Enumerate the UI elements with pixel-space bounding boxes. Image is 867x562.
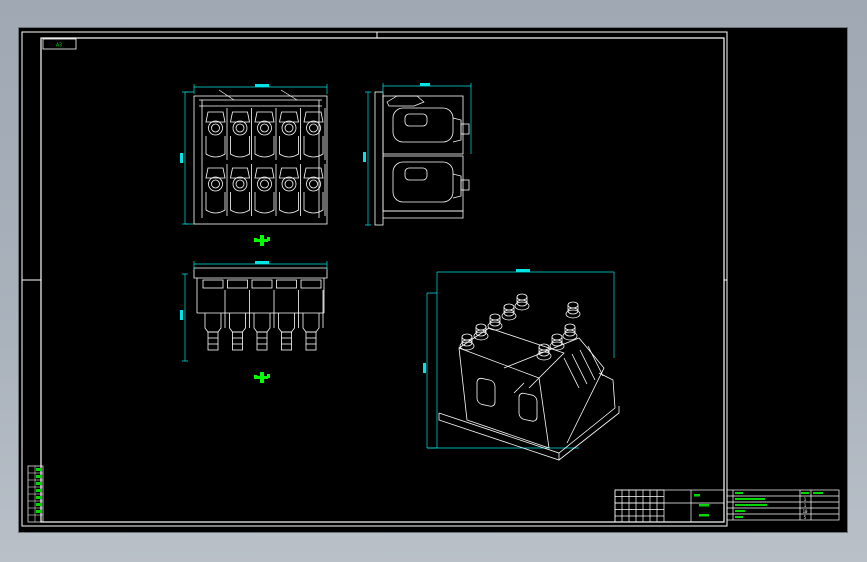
bottle-neck-top [202,279,226,351]
bottle-front [303,108,326,160]
bottle-neck-iso [487,313,503,331]
crosshair-icon [254,372,270,383]
bottle-neck-iso [562,323,578,341]
title-block [614,489,725,523]
bottle-neck-iso [565,301,581,319]
bottle-front [230,108,252,160]
front-view [193,89,328,225]
bottle-neck-top [251,279,275,351]
bottle-neck-top [300,279,324,351]
sheet-outer-border [21,31,728,527]
top-view-dimensions [180,261,328,362]
parts-qty-3: 10 [803,509,808,514]
isometric-view [438,293,620,461]
corner-tag-text: A3 [56,43,62,49]
bottle-neck-top [276,279,299,351]
bottle-front [254,108,277,160]
parts-qty-1: 1 [804,497,807,502]
parts-qty-4: 5 [804,515,807,520]
isometric-view-dimensions [423,269,615,449]
parts-qty-2: 1 [804,503,807,508]
bottle-neck-iso [514,293,530,311]
bottle-front [230,164,252,216]
bottle-neck-iso [501,303,517,321]
drawing-viewport[interactable]: A3 1 1 10 5 [19,28,847,532]
bottle-neck-top [227,279,250,351]
top-view [193,267,328,351]
bottle-front [254,164,277,216]
bottle-front [279,108,301,160]
sheet-inner-frame [40,37,725,523]
bottle-front [205,164,228,216]
bottle-front [303,164,326,216]
cad-drawing: A3 1 1 10 5 [21,31,840,527]
side-view [374,91,470,226]
bottle-front [279,164,301,216]
corner-tag: A3 [42,38,77,50]
bottle-neck-iso [473,323,489,341]
parts-list-table: 1 1 10 5 [726,489,840,521]
crosshair-icon [254,235,270,246]
bottle-front [205,108,228,160]
bottle-neck-iso [459,333,475,351]
bottle-neck-iso [549,333,565,351]
